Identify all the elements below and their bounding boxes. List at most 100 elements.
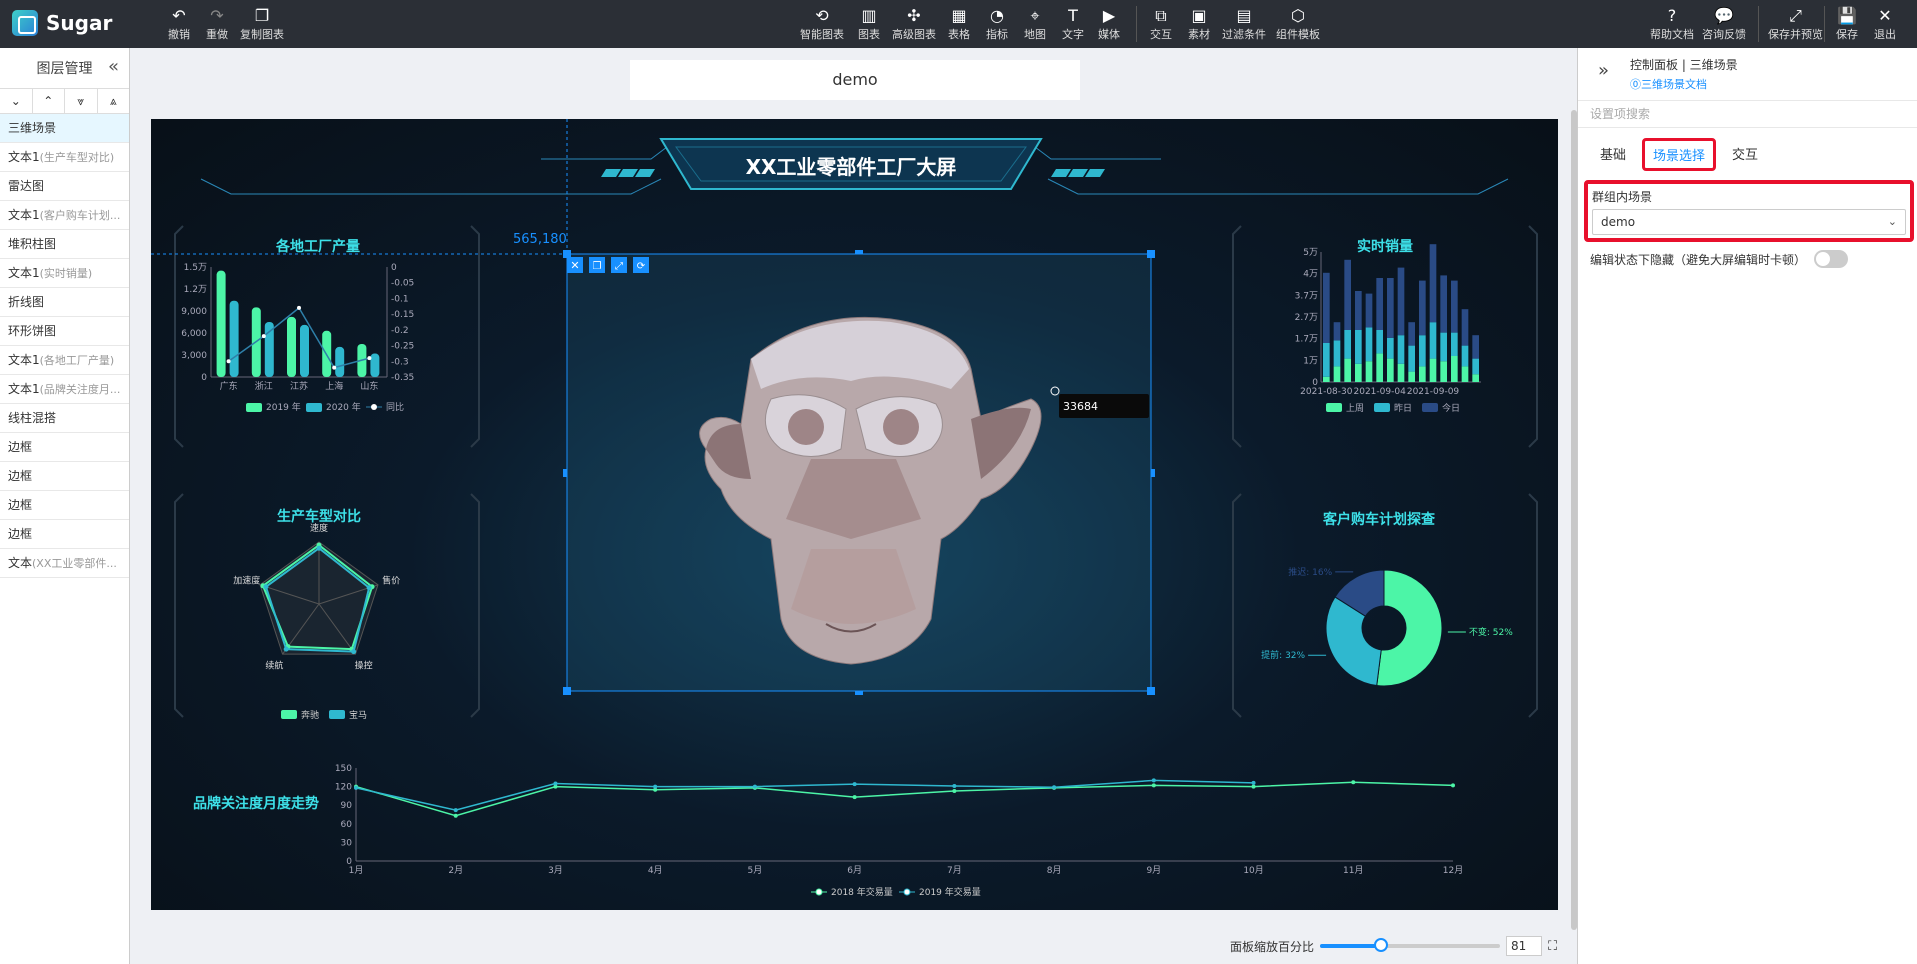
bar-chart-button[interactable]: ▥ 图表 — [858, 6, 880, 42]
x-tick-label: 江苏 — [290, 380, 308, 392]
dashboard-screen[interactable]: XX工业零部件工厂大屏 565,180 ✕ ❐ ⤢ ⟳ 33684 0 3,00… — [151, 119, 1558, 910]
layer-item[interactable]: 文本1(各地工厂产量) — [0, 346, 129, 375]
stack-segment — [1376, 278, 1383, 330]
line-point — [1451, 783, 1455, 788]
pie-slice — [1325, 596, 1382, 687]
layer-item[interactable]: 文本1(生产车型对比) — [0, 143, 129, 172]
settings-search-input[interactable]: 设置项搜索 — [1578, 100, 1917, 128]
layer-subtitle: (客户购车计划... — [39, 209, 121, 222]
stack-segment — [1387, 278, 1394, 338]
purchase-survey-title: 客户购车计划探查 — [1322, 511, 1436, 528]
y2-tick-label: -0.3 — [391, 357, 409, 367]
exit-label: 退出 — [1874, 28, 1896, 41]
feedback-button[interactable]: 💬 咨询反馈 — [1702, 6, 1746, 42]
group-scene-select[interactable]: demo ⌄ — [1592, 209, 1906, 235]
page-name-field[interactable]: demo — [630, 60, 1080, 100]
stack-segment — [1397, 363, 1405, 382]
layer-subtitle: (生产车型对比) — [39, 151, 115, 164]
move-bottom-icon[interactable]: ⩔ — [65, 89, 98, 113]
x-tick-label: 6月 — [847, 865, 862, 876]
exit-button[interactable]: ✕ 退出 — [1874, 6, 1896, 42]
template-button[interactable]: ⬡ 组件模板 — [1276, 6, 1320, 42]
layer-name: 三维场景 — [8, 121, 57, 135]
tooltip-value: 33684 — [1063, 400, 1098, 413]
undo-button[interactable]: ↶ 撤销 — [168, 6, 190, 42]
layer-item[interactable]: 边框 — [0, 433, 129, 462]
help-label: 帮助文档 — [1650, 28, 1694, 41]
y-tick-label: 5万 — [1303, 248, 1318, 258]
layer-item[interactable]: 文本1(客户购车计划... — [0, 201, 129, 230]
layer-item[interactable]: 文本(XX工业零部件... — [0, 549, 129, 578]
move-up-icon[interactable]: ⌃ — [33, 89, 65, 113]
zoom-slider[interactable] — [1320, 938, 1501, 952]
layer-item[interactable]: 折线图 — [0, 288, 129, 317]
smart-chart-button[interactable]: ⟲ 智能图表 — [800, 6, 844, 42]
yoy-point — [226, 359, 231, 364]
layer-item[interactable]: 三维场景 — [0, 114, 129, 143]
layer-item[interactable]: 边框 — [0, 462, 129, 491]
table-button[interactable]: ▦ 表格 — [948, 6, 970, 42]
x-tick-label: 上海 — [325, 380, 343, 392]
redo-button[interactable]: ↷ 重做 — [206, 6, 228, 42]
move-top-icon[interactable]: ⩓ — [98, 89, 130, 113]
fit-screen-icon[interactable]: ⛶ — [1548, 939, 1557, 954]
filter-icon: ▤ — [1236, 6, 1252, 25]
layer-item[interactable]: 边框 — [0, 491, 129, 520]
collapse-left-icon[interactable]: « — [108, 56, 119, 77]
tab-scene-select[interactable]: 场景选择 — [1642, 138, 1717, 171]
stack-segment — [1376, 330, 1383, 354]
text-button[interactable]: T 文字 — [1062, 6, 1084, 42]
filter-button[interactable]: ▤ 过滤条件 — [1222, 6, 1266, 42]
layer-item[interactable]: 边框 — [0, 520, 129, 549]
media-button[interactable]: ▶ 媒体 — [1098, 6, 1120, 42]
layer-item[interactable]: 线柱混搭 — [0, 404, 129, 433]
scene-doc-link[interactable]: ⓪三维场景文档 — [1630, 76, 1707, 92]
legend-label: 宝马 — [349, 709, 367, 721]
tab-interaction[interactable]: 交互 — [1722, 138, 1768, 171]
zoom-control: 面板缩放百分比 81 ⛶ — [1230, 936, 1557, 956]
gauge-button[interactable]: ◔ 指标 — [986, 6, 1008, 42]
x-tick-label: 2021-08-30 — [1300, 387, 1353, 397]
layer-item[interactable]: 堆积柱图 — [0, 230, 129, 259]
map-pin-button[interactable]: ⌖ 地图 — [1024, 6, 1046, 42]
zoom-slider-handle[interactable] — [1374, 938, 1389, 952]
y-tick-label: 9,000 — [181, 307, 207, 317]
legend-swatch — [1374, 403, 1390, 412]
hide-in-edit-toggle[interactable] — [1814, 250, 1849, 268]
stack-segment — [1408, 371, 1415, 382]
interaction-button[interactable]: ⧉ 交互 — [1150, 6, 1172, 42]
control-panel-header: » 控制面板 | 三维场景 ⓪三维场景文档 — [1578, 48, 1917, 98]
help-button[interactable]: ? 帮助文档 — [1650, 6, 1694, 42]
control-panel: » 控制面板 | 三维场景 ⓪三维场景文档 设置项搜索 基础 场景选择 交互 群… — [1577, 48, 1917, 964]
advanced-chart-button[interactable]: ✣ 高级图表 — [892, 6, 936, 42]
save-button[interactable]: 💾 保存 — [1836, 6, 1858, 42]
material-icon: ▣ — [1191, 6, 1207, 25]
stack-segment — [1472, 374, 1479, 382]
zoom-input[interactable]: 81 — [1506, 936, 1543, 956]
svg-text:✕: ✕ — [570, 259, 579, 272]
stack-segment — [1397, 335, 1405, 364]
layer-item[interactable]: 环形饼图 — [0, 317, 129, 346]
radar-point — [283, 646, 289, 652]
bar-2019 — [287, 316, 296, 377]
layer-item[interactable]: 文本1(实时销量) — [0, 259, 129, 288]
legend-label: 今日 — [1442, 402, 1460, 414]
layer-item[interactable]: 文本1(品牌关注度月... — [0, 375, 129, 404]
expand-right-icon[interactable]: » — [1598, 60, 1609, 81]
y2-tick-label: -0.25 — [391, 342, 414, 352]
layer-name: 边框 — [8, 498, 33, 512]
stack-segment — [1419, 280, 1426, 336]
layer-name: 文本1 — [8, 382, 40, 396]
stack-segment — [1461, 366, 1469, 382]
radar-indicator-label: 售价 — [382, 575, 400, 587]
material-button[interactable]: ▣ 素材 — [1188, 6, 1210, 42]
legend-label: 2019 年交易量 — [919, 886, 981, 898]
exit-icon: ✕ — [1878, 6, 1892, 25]
preview-button[interactable]: ⤢ 保存并预览 — [1768, 6, 1823, 42]
app-logo[interactable]: Sugar — [12, 10, 112, 36]
tab-basic[interactable]: 基础 — [1590, 138, 1636, 171]
layer-item[interactable]: 雷达图 — [0, 172, 129, 201]
move-down-icon[interactable]: ⌄ — [0, 89, 33, 113]
copy-button[interactable]: ❐ 复制图表 — [240, 6, 284, 42]
text-label: 文字 — [1062, 28, 1084, 41]
